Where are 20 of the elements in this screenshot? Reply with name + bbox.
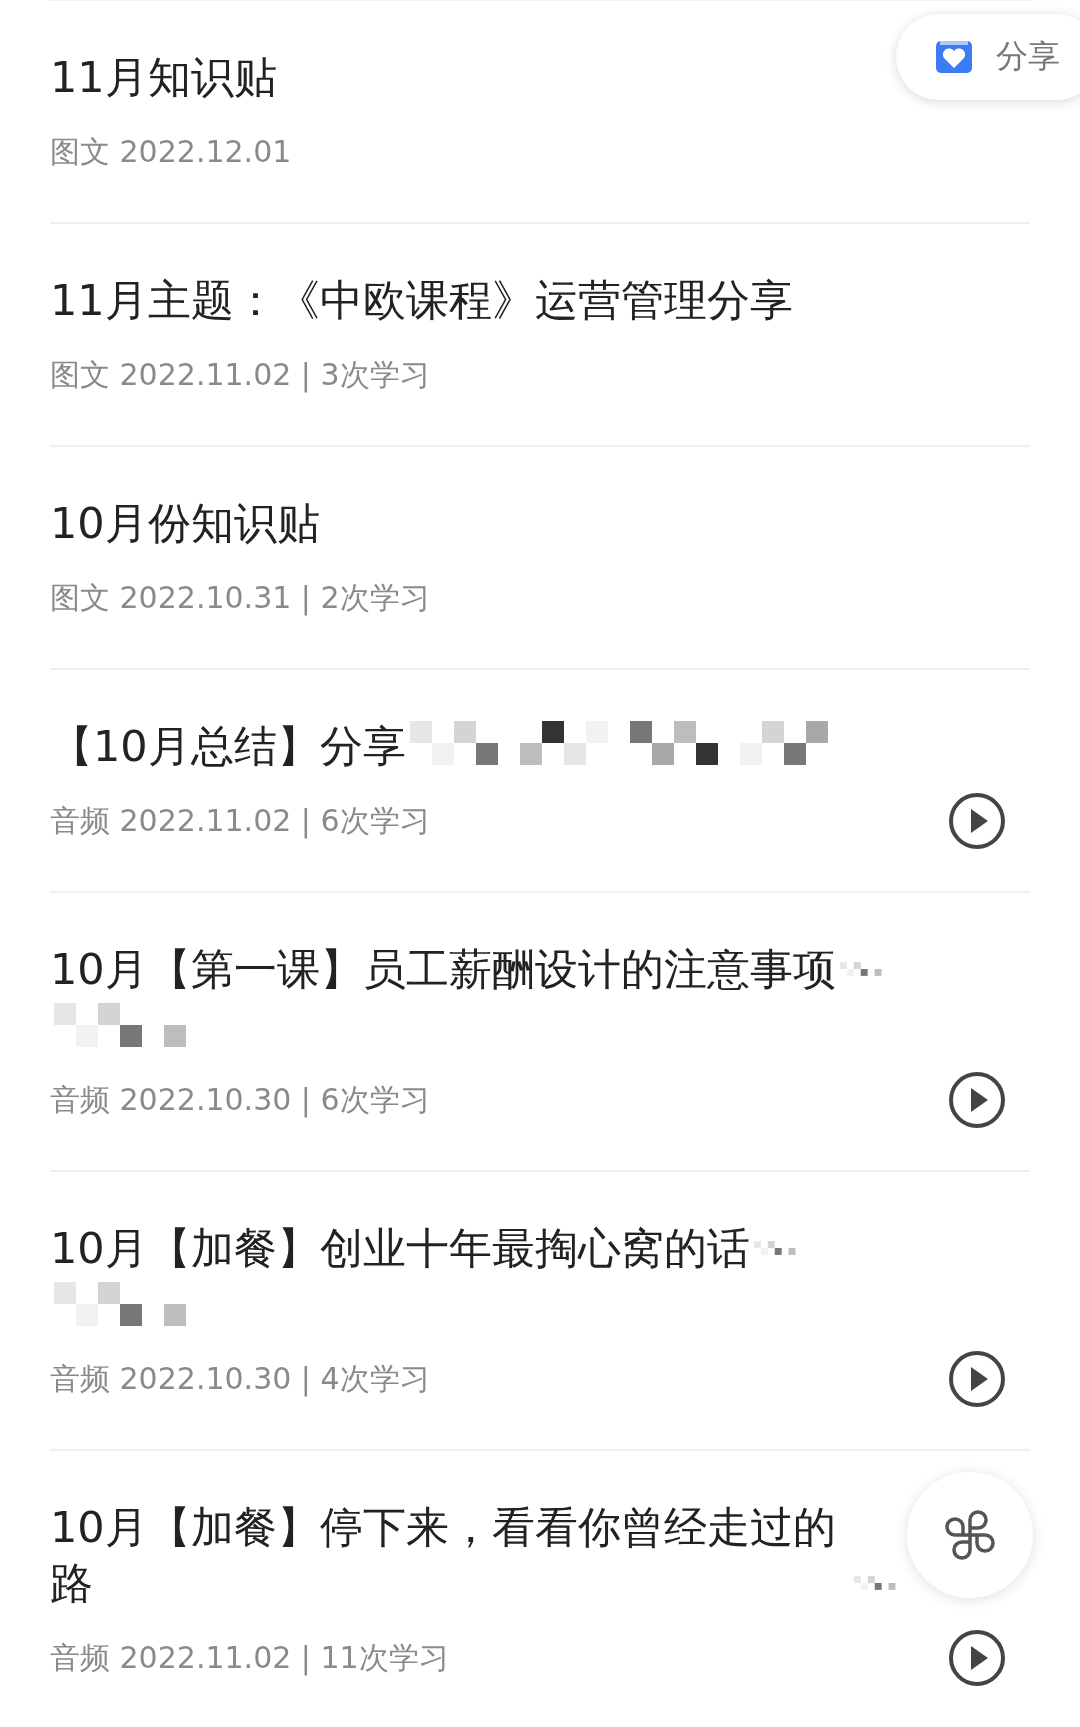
item-meta: 音频 2022.11.02 | 6次学习	[50, 802, 430, 841]
item-meta: 图文 2022.12.01	[50, 133, 292, 171]
item-title[interactable]: 11月主题：《中欧课程》运营管理分享	[50, 272, 793, 328]
play-icon[interactable]	[948, 792, 1006, 850]
item-title[interactable]: 10月【加餐】创业十年最掏心窝的话	[50, 1220, 750, 1276]
item-title[interactable]: 【10月总结】分享	[50, 718, 406, 774]
item-meta: 图文 2022.11.02 | 3次学习	[50, 356, 430, 395]
item-title[interactable]: 10月份知识贴	[50, 495, 320, 551]
heart-box-icon	[934, 39, 974, 75]
play-icon[interactable]	[948, 1350, 1006, 1408]
item-meta: 音频 2022.10.30 | 4次学习	[50, 1360, 430, 1399]
play-icon[interactable]	[948, 1629, 1006, 1687]
share-button[interactable]: 分享	[896, 14, 1080, 100]
item-meta: 图文 2022.10.31 | 2次学习	[50, 579, 430, 618]
item-meta: 音频 2022.11.02 | 11次学习	[50, 1639, 449, 1678]
item-meta: 音频 2022.10.30 | 6次学习	[50, 1081, 430, 1120]
item-title[interactable]: 11月知识贴	[50, 49, 277, 105]
play-icon[interactable]	[948, 1071, 1006, 1129]
item-title[interactable]: 10月【第一课】员工薪酬设计的注意事项	[50, 941, 836, 997]
item-title[interactable]: 10月【加餐】停下来，看看你曾经走过的路	[50, 1499, 850, 1611]
